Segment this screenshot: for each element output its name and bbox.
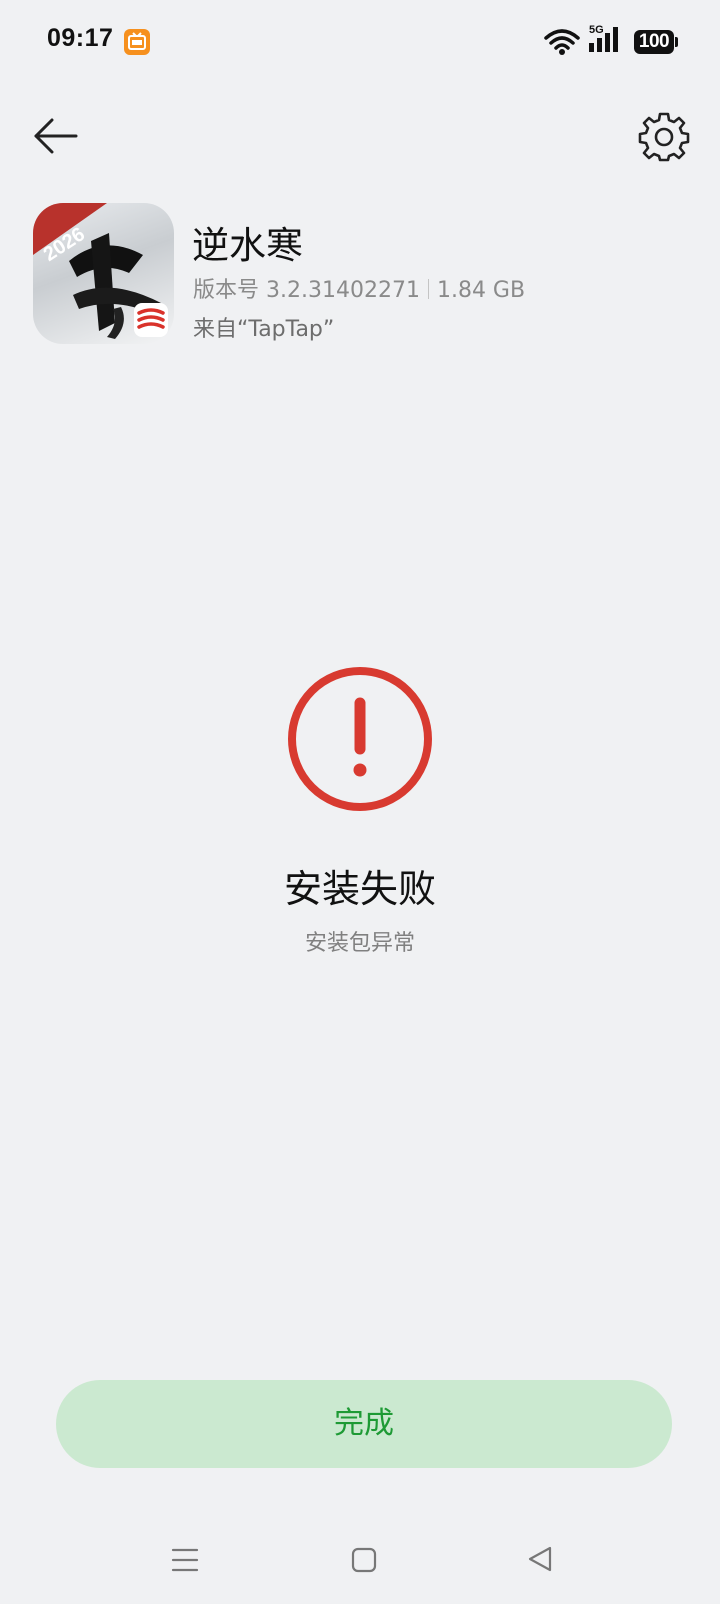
app-icon: 2026 [33, 203, 174, 344]
battery-tip [675, 37, 678, 47]
signal-icon [588, 24, 622, 58]
app-version: 版本号 3.2.31402271 [193, 278, 420, 303]
exclamation-circle-icon [286, 665, 434, 813]
nav-menu-button[interactable] [171, 1546, 199, 1578]
back-triangle-icon [528, 1546, 552, 1572]
gear-icon [638, 112, 690, 162]
notification-app-icon [124, 29, 150, 55]
wifi-icon [544, 28, 580, 60]
nav-home-button[interactable] [350, 1546, 378, 1578]
settings-button[interactable] [638, 110, 690, 162]
app-meta: 版本号 3.2.31402271 1.84 GB [193, 272, 525, 304]
back-arrow-icon [34, 118, 78, 154]
back-button[interactable] [30, 110, 82, 162]
done-button[interactable]: 完成 [56, 1380, 672, 1468]
meta-divider [427, 279, 429, 299]
battery-icon: 100 [634, 30, 674, 54]
app-size: 1.84 GB [436, 278, 526, 303]
app-source: 来自“TapTap” [193, 317, 335, 342]
status-time: 09:17 [47, 24, 114, 52]
app-name: 逆水寒 [192, 224, 303, 267]
install-failed-title: 安装失败 [283, 867, 436, 911]
status-bar: 09:17 5G 100 [0, 0, 720, 84]
menu-icon [171, 1548, 199, 1572]
install-failed-message: 安装包异常 [304, 931, 415, 956]
home-icon [351, 1547, 377, 1573]
nav-back-button[interactable] [526, 1544, 556, 1578]
